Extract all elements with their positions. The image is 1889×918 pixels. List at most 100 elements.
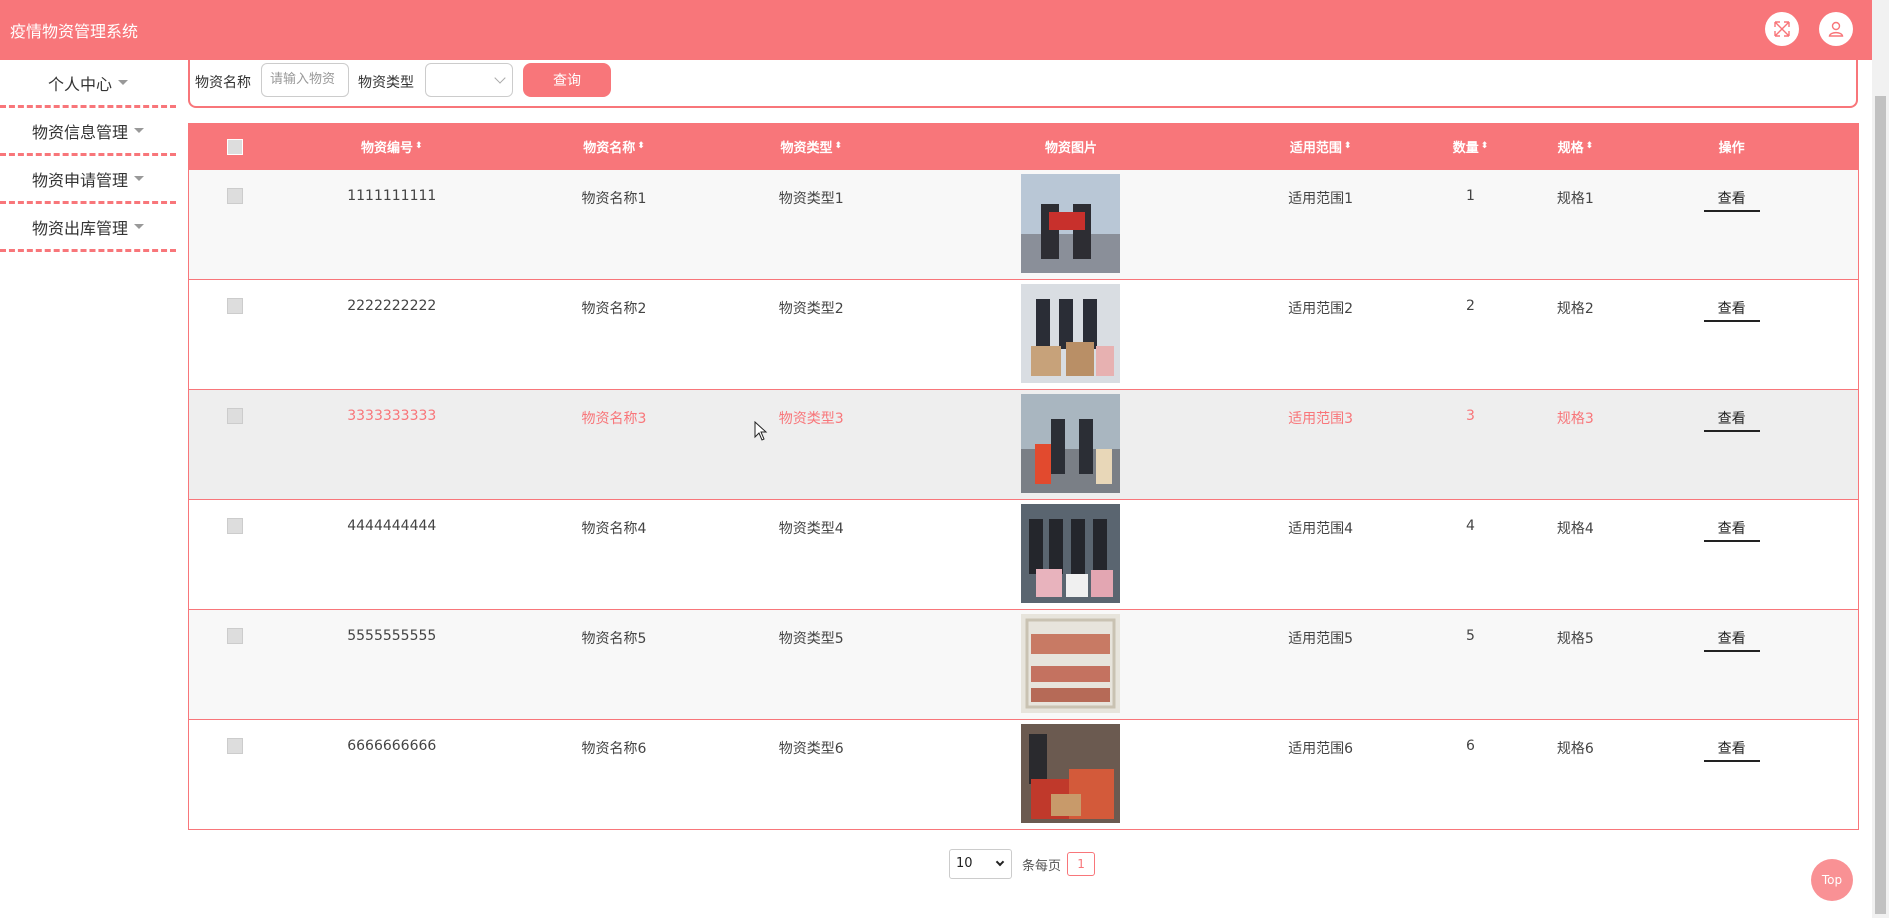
cell-scope: 适用范围3: [1288, 411, 1354, 427]
column-header-scope[interactable]: 适用范围 ⬍: [1246, 137, 1396, 156]
caret-down-icon: [118, 80, 128, 85]
type-label: 物资类型: [358, 75, 414, 91]
view-button[interactable]: 查看: [1703, 738, 1760, 762]
sidebar-item-label: 物资信息管理: [31, 122, 128, 142]
search-panel: 物资名称 请输入物资 物资类型 查询: [188, 50, 1858, 108]
cell-spec: 规格5: [1556, 631, 1594, 647]
type-select[interactable]: [425, 63, 513, 97]
table-row: 4444444444 物资名称4 物资类型4 适用范围4 4 规格4 查看: [189, 499, 1858, 609]
sidebar-item-material-apply[interactable]: 物资申请管理: [0, 156, 176, 204]
cell-type: 物资类型5: [778, 631, 844, 647]
pagination: 10 条每页 1: [949, 849, 1096, 879]
cell-type: 物资类型4: [778, 521, 844, 537]
row-checkbox[interactable]: [227, 188, 244, 204]
name-search-placeholder: 请输入物资: [270, 72, 336, 87]
cell-quantity: 5: [1466, 628, 1475, 644]
caret-down-icon: [134, 176, 144, 181]
cell-code: 6666666666: [347, 738, 437, 754]
cell-code: 5555555555: [347, 628, 437, 644]
view-button[interactable]: 查看: [1703, 298, 1760, 322]
sort-icon: ⬍: [1480, 141, 1489, 151]
cell-scope: 适用范围4: [1288, 521, 1354, 537]
material-photo: [1021, 504, 1121, 603]
name-search-input[interactable]: 请输入物资: [261, 63, 349, 97]
column-header-label: 数量: [1452, 141, 1479, 156]
sidebar-item-material-info[interactable]: 物资信息管理: [0, 108, 176, 156]
column-header-quantity[interactable]: 数量 ⬍: [1396, 137, 1546, 156]
column-header-type[interactable]: 物资类型 ⬍: [726, 137, 896, 156]
cell-name: 物资名称1: [581, 191, 647, 207]
cell-name: 物资名称3: [581, 411, 647, 427]
user-button[interactable]: [1819, 12, 1853, 46]
vertical-scrollbar[interactable]: [1872, 0, 1889, 918]
query-button[interactable]: 查询: [523, 63, 611, 97]
cell-scope: 适用范围6: [1288, 741, 1354, 757]
cell-name: 物资名称6: [581, 741, 647, 757]
row-checkbox[interactable]: [227, 298, 244, 314]
name-label: 物资名称: [195, 75, 251, 91]
row-checkbox[interactable]: [227, 628, 244, 644]
select-all-checkbox[interactable]: [227, 138, 244, 155]
material-photo: [1021, 394, 1121, 493]
sidebar-item-material-outbound[interactable]: 物资出库管理: [0, 204, 176, 252]
material-table: 物资编号 ⬍ 物资名称 ⬍ 物资类型 ⬍ 物资图片 适用范围 ⬍ 数量 ⬍ 规格 ⬍ 操作 …: [188, 123, 1859, 830]
mouse-cursor-icon: [754, 421, 768, 441]
table-row: 3333333333 物资名称3 物资类型3 适用范围3 3 规格3 查看: [189, 389, 1858, 499]
cell-quantity: 3: [1466, 408, 1475, 424]
sort-icon: ⬍: [834, 141, 843, 151]
cell-quantity: 2: [1466, 298, 1475, 314]
cell-quantity: 6: [1466, 738, 1475, 754]
sort-icon: ⬍: [414, 141, 423, 151]
caret-down-icon: [134, 224, 144, 229]
cell-code: 1111111111: [347, 188, 437, 204]
sort-icon: ⬍: [1343, 141, 1352, 151]
sort-icon: ⬍: [637, 141, 645, 151]
column-header-picture: 物资图片: [896, 137, 1246, 156]
view-button[interactable]: 查看: [1703, 408, 1760, 432]
cell-scope: 适用范围5: [1288, 631, 1354, 647]
cell-type: 物资类型6: [778, 741, 844, 757]
view-button[interactable]: 查看: [1703, 628, 1760, 652]
page-size-select[interactable]: 10: [949, 849, 1012, 879]
cell-spec: 规格4: [1556, 521, 1594, 537]
cell-code: 2222222222: [347, 298, 437, 314]
row-checkbox[interactable]: [227, 738, 244, 754]
cell-type: 物资类型1: [778, 191, 844, 207]
material-photo: [1021, 174, 1121, 273]
row-checkbox[interactable]: [227, 408, 244, 424]
view-button[interactable]: 查看: [1703, 518, 1760, 542]
cell-code: 4444444444: [347, 518, 437, 534]
row-checkbox[interactable]: [227, 518, 244, 534]
column-header-spec[interactable]: 规格 ⬍: [1545, 137, 1605, 156]
cell-type: 物资类型2: [778, 301, 844, 317]
sort-icon: ⬍: [1585, 141, 1594, 151]
view-button[interactable]: 查看: [1703, 188, 1760, 212]
sidebar-item-label: 物资出库管理: [31, 218, 128, 238]
cell-spec: 规格6: [1556, 741, 1594, 757]
column-header-name[interactable]: 物资名称 ⬍: [502, 137, 727, 156]
sidebar-item-label: 物资申请管理: [31, 170, 128, 190]
scrollbar-thumb[interactable]: [1875, 96, 1886, 914]
column-header-label: 物资编号: [360, 141, 413, 156]
table-row: 1111111111 物资名称1 物资类型1 适用范围1 1 规格1 查看: [189, 169, 1858, 279]
column-header-code[interactable]: 物资编号 ⬍: [282, 137, 502, 156]
back-to-top-button[interactable]: Top: [1811, 859, 1853, 901]
sidebar-item-personal-center[interactable]: 个人中心: [0, 60, 176, 108]
sidebar: 个人中心 物资信息管理 物资申请管理 物资出库管理: [0, 60, 176, 252]
material-photo: [1021, 614, 1121, 713]
cell-name: 物资名称5: [581, 631, 647, 647]
cell-spec: 规格2: [1556, 301, 1594, 317]
caret-down-icon: [134, 128, 144, 133]
column-header-label: 物资名称: [583, 141, 636, 156]
page-size-value: 10: [956, 856, 973, 871]
page-number-button[interactable]: 1: [1067, 852, 1096, 876]
material-photo: [1021, 724, 1121, 823]
column-header-label: 规格: [1557, 141, 1584, 156]
table-row: 2222222222 物资名称2 物资类型2 适用范围2 2 规格2 查看: [189, 279, 1858, 389]
cell-quantity: 1: [1466, 188, 1475, 204]
cell-scope: 适用范围2: [1288, 301, 1354, 317]
table-row: 6666666666 物资名称6 物资类型6 适用范围6 6 规格6 查看: [189, 719, 1858, 829]
fullscreen-icon: [1774, 21, 1790, 37]
fullscreen-button[interactable]: [1765, 12, 1799, 46]
column-header-action: 操作: [1605, 137, 1858, 156]
